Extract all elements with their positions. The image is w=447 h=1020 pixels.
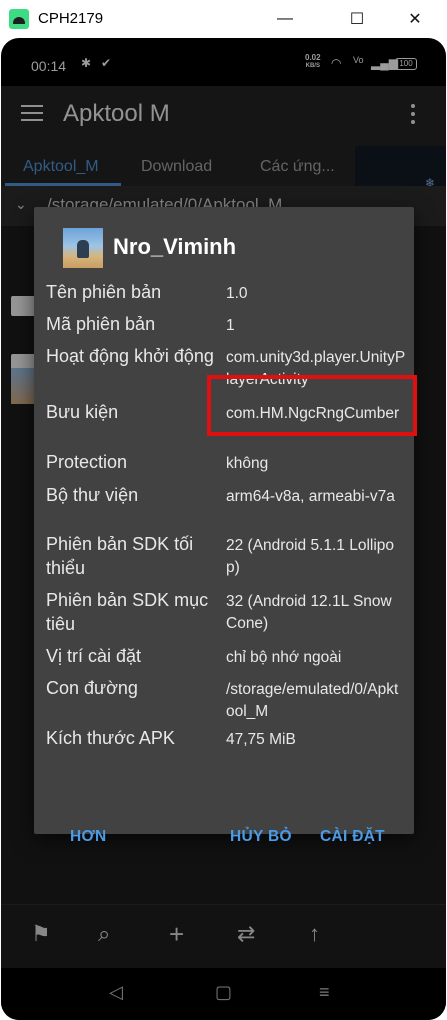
phone-screen: 00:14 ✱ ✔ 0.02 KB/S ◠ Vo ▂▄▆ 100 Apktool… <box>1 38 446 1020</box>
window-title: CPH2179 <box>38 10 104 27</box>
info-value: 32 (Android 12.1L Snow Cone) <box>226 593 392 632</box>
minimize-button[interactable]: — <box>262 0 308 38</box>
dialog-title: Nro_Viminh <box>113 234 237 259</box>
info-label: Tên phiên bản <box>46 282 162 302</box>
maximize-button[interactable]: ☐ <box>334 0 380 38</box>
app-icon <box>63 228 103 268</box>
cancel-button[interactable]: HỦY BỎ <box>230 828 292 846</box>
close-button[interactable]: ✕ <box>392 0 438 38</box>
info-value: /storage/emulated/0/Apktool_M <box>226 681 399 720</box>
info-label: Con đường <box>46 678 138 698</box>
info-value: 22 (Android 5.1.1 Lollipop) <box>226 537 395 576</box>
info-label: Hoạt động khởi động <box>46 346 214 366</box>
apk-info-dialog: Nro_Viminh Tên phiên bản 1.0 Mã phiên bả… <box>34 207 417 845</box>
info-label: Phiên bản SDK mục tiêu <box>46 590 209 634</box>
info-value: 47,75 MiB <box>226 731 296 748</box>
info-value: arm64-v8a, armeabi-v7a <box>226 488 395 505</box>
info-label: Bưu kiện <box>46 402 119 422</box>
info-value: không <box>226 455 269 472</box>
install-button[interactable]: CÀI ĐẶT <box>320 828 385 846</box>
red-highlight-box <box>207 375 417 436</box>
info-label: Kích thước APK <box>46 728 175 748</box>
info-value: 1.0 <box>226 285 248 302</box>
info-value: 1 <box>226 317 235 334</box>
info-label: Phiên bản SDK tối thiểu <box>46 534 194 578</box>
info-label: Protection <box>46 452 128 472</box>
info-label: Vị trí cài đặt <box>46 646 142 666</box>
window-title-bar: CPH2179 — ☐ ✕ <box>0 0 447 38</box>
info-label: Mã phiên bản <box>46 314 156 334</box>
android-app-icon <box>9 9 29 29</box>
info-value: chỉ bộ nhớ ngoài <box>226 649 342 666</box>
info-label: Bộ thư viện <box>46 485 139 505</box>
more-button[interactable]: HƠN <box>70 828 107 846</box>
